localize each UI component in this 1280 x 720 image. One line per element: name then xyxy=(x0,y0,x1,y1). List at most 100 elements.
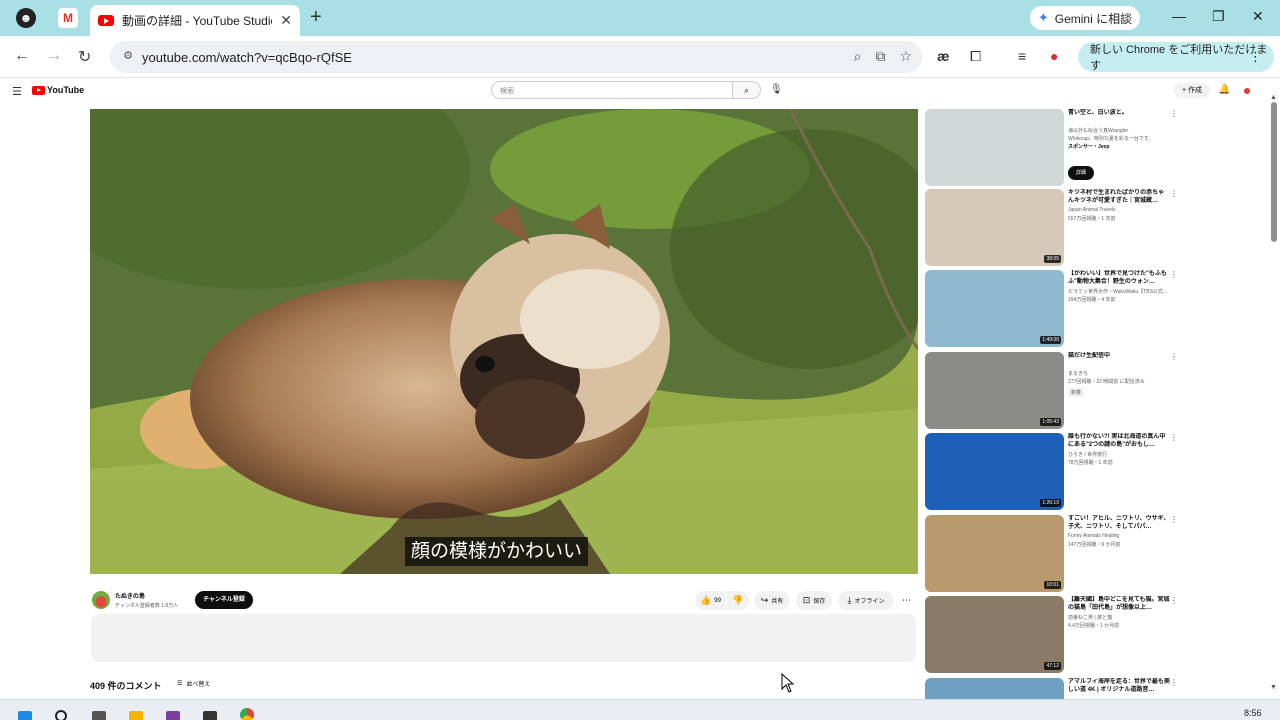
task-view-icon[interactable] xyxy=(92,711,106,720)
channel-name[interactable]: たぬきの島 xyxy=(115,591,145,600)
more-actions-icon[interactable]: ⋯ xyxy=(902,595,911,606)
recommendation-title[interactable]: 青い空と、白い波と。 xyxy=(1068,109,1170,117)
recommendation-card[interactable]: 1:26:19 誰も行かない?! 実は北海道の真ん中にある"2つの謎の島"がおもし… xyxy=(925,433,1270,511)
chrome-menu-icon[interactable]: ⋮ xyxy=(1249,49,1262,65)
restore-icon[interactable]: ❐ xyxy=(1212,8,1225,25)
video-duration: 10:01 xyxy=(1044,581,1061,589)
zoom-icon[interactable]: ⌕ xyxy=(854,48,862,65)
more-options-icon[interactable]: ⋮ xyxy=(1170,109,1178,118)
recommendation-card[interactable]: 38:05 キツネ村で生まれたばかりの赤ちゃんキツネが可愛すぎた｜宮城蔵… Japa… xyxy=(925,189,1270,267)
recommendation-title[interactable]: キツネ村で生まれたばかりの赤ちゃんキツネが可愛すぎた｜宮城蔵… xyxy=(1068,189,1170,205)
recommendation-channel[interactable]: まるきち xyxy=(1068,370,1170,377)
recommendation-thumbnail[interactable]: 1:49:00 xyxy=(925,270,1064,347)
dislike-button[interactable]: 👎 xyxy=(727,591,749,610)
terminal-icon[interactable] xyxy=(203,711,217,720)
recommendation-channel[interactable]: 前番ねこ男 | 旅と猫 xyxy=(1068,614,1170,621)
share-button[interactable]: ↪ 共有 xyxy=(754,591,790,610)
extensions-puzzle-icon[interactable]: ⧠ xyxy=(970,48,981,65)
site-info-icon[interactable]: ⚙ xyxy=(120,49,136,65)
more-options-icon[interactable]: ⋮ xyxy=(1170,352,1178,361)
recommendation-card[interactable]: 47:12 【離天國】島中どこを見ても猫。宮城の猫島「田代島」が想像以上… 前番ねこ… xyxy=(925,596,1270,674)
forward-icon[interactable]: → xyxy=(46,47,62,65)
recommendation-card[interactable]: 1:49:00 【かわいい】世界で見つけた"もふもふ"動物大集合！野生のウォン… ピ… xyxy=(925,270,1270,348)
gemini-button[interactable]: ✦ Gemini に相談 xyxy=(1030,6,1140,30)
video-duration: 47:12 xyxy=(1044,662,1061,670)
scroll-up-icon[interactable]: ▲ xyxy=(1270,94,1277,101)
tomato-extension-icon[interactable]: ● xyxy=(1050,48,1058,64)
profile-icon[interactable]: ☻ xyxy=(16,8,36,28)
recommendation-thumbnail[interactable]: 10:01 xyxy=(925,515,1064,592)
install-icon[interactable]: ⧉ xyxy=(875,48,885,65)
window-close-icon[interactable]: ✕ xyxy=(1252,8,1264,25)
gmail-icon[interactable]: M xyxy=(58,8,78,28)
search-input[interactable]: 検索 xyxy=(491,81,733,99)
scroll-down-icon[interactable]: ▼ xyxy=(1270,684,1277,691)
recommendation-thumbnail[interactable]: 1:05:43 xyxy=(925,352,1064,429)
file-explorer-icon[interactable] xyxy=(129,711,143,720)
subscribe-button[interactable]: チャンネル登録 xyxy=(195,591,253,609)
search-icon[interactable]: ⌕ xyxy=(733,81,761,99)
recommendation-channel[interactable]: 海以外も似合う真Wrangler xyxy=(1068,127,1170,134)
recommendation-channel[interactable]: ひろき / 世界旅行 xyxy=(1068,451,1170,458)
address-bar[interactable]: ⚙ youtube.com/watch?v=qcBqo-rQfSE ⌕ ⧉ ☆ xyxy=(110,41,922,73)
bookmark-star-icon[interactable]: ☆ xyxy=(899,48,912,65)
onenote-icon[interactable] xyxy=(166,711,180,720)
active-tab[interactable]: 動画の詳細 - YouTube Studio ✕ xyxy=(90,5,300,36)
recommendation-card[interactable]: 10:01 すごい！アヒル、ニワトリ、ウサギ、子犬、ニワトリ、そしてパパ… Funn… xyxy=(925,515,1270,593)
recommendation-card[interactable]: 1:05:43 猫だけ生配信中 まるきち 277回視聴・22 時間前 に配信済み 新着 ⋮ xyxy=(925,352,1270,430)
recommendation-title[interactable]: 誰も行かない?! 実は北海道の真ん中にある"2つの謎の島"がおもし… xyxy=(1068,433,1170,449)
ad-details-button[interactable]: 詳細 xyxy=(1068,166,1094,180)
recommendation-title[interactable]: 【かわいい】世界で見つけた"もふもふ"動物大集合！野生のウォン… xyxy=(1068,270,1170,286)
back-icon[interactable]: ← xyxy=(14,47,30,65)
taskbar-search-icon[interactable] xyxy=(55,710,67,720)
media-control-icon[interactable]: ≡ xyxy=(1018,48,1026,64)
tab-close-icon[interactable]: ✕ xyxy=(280,12,292,29)
recommendation-thumbnail[interactable] xyxy=(925,109,1064,186)
more-options-icon[interactable]: ⋮ xyxy=(1170,596,1178,605)
start-icon[interactable] xyxy=(18,711,32,720)
channel-avatar[interactable] xyxy=(92,591,110,609)
recommendation-thumbnail[interactable]: 1:26:19 xyxy=(925,433,1064,510)
sort-comments-button[interactable]: ☰ 並べ替え xyxy=(177,679,210,688)
share-icon: ↪ xyxy=(760,595,769,605)
url-text: youtube.com/watch?v=qcBqo-rQfSE xyxy=(142,49,352,65)
more-options-icon[interactable]: ⋮ xyxy=(1170,515,1178,524)
more-options-icon[interactable]: ⋮ xyxy=(1170,189,1178,198)
new-tab-icon[interactable]: + xyxy=(310,7,322,27)
recommendation-title[interactable]: アマルフィ海岸を走る：世界で最も美しい道 4K | オリジナル道路音… xyxy=(1068,678,1170,694)
screen: ☻ M 動画の詳細 - YouTube Studio ✕ + ✦ Gemini … xyxy=(0,0,1280,720)
create-button[interactable]: + 作成 xyxy=(1174,83,1210,98)
recommendation-thumbnail[interactable]: 47:12 xyxy=(925,596,1064,673)
more-options-icon[interactable]: ⋮ xyxy=(1170,270,1178,279)
minimize-icon[interactable]: — xyxy=(1172,8,1186,24)
recommendation-channel[interactable]: Funny Animals Healing xyxy=(1068,533,1170,539)
notifications-bell-icon[interactable]: 🔔 xyxy=(1218,84,1230,95)
like-button[interactable]: 👍 99 xyxy=(695,591,726,610)
more-options-icon[interactable]: ⋮ xyxy=(1170,433,1178,442)
more-options-icon[interactable]: ⋮ xyxy=(1170,678,1178,687)
description-box[interactable] xyxy=(91,614,916,662)
extension-ae-icon[interactable]: æ xyxy=(937,48,949,64)
recommendation-thumbnail[interactable]: 38:05 xyxy=(925,189,1064,266)
recommendation-card[interactable]: 青い空と、白い波と。 海以外も似合う真Wrangler Whitecap。特別な夏を… xyxy=(925,109,1270,187)
recommendation-meta: 194万回視聴・4 年前 xyxy=(1068,297,1116,303)
recommendation-meta: 147万回視聴・9 か月前 xyxy=(1068,542,1121,548)
youtube-logo[interactable]: YouTube xyxy=(32,85,84,95)
menu-hamburger-icon[interactable]: ☰ xyxy=(12,85,22,98)
account-avatar[interactable] xyxy=(1244,88,1250,94)
recommendation-title[interactable]: 猫だけ生配信中 xyxy=(1068,352,1170,360)
recommendation-channel[interactable]: Japan Animal Travels xyxy=(1068,207,1170,213)
microphone-icon[interactable]: 🎙 xyxy=(770,84,783,95)
chrome-update-button[interactable]: 新しい Chrome をご利用いただけます ⋮ xyxy=(1078,42,1274,72)
recommendation-channel[interactable]: ピラミッ世界大作・WakuWaku【TBS公式… xyxy=(1068,288,1170,295)
video-player[interactable] xyxy=(90,109,918,574)
recommendation-title[interactable]: 【離天國】島中どこを見ても猫。宮城の猫島「田代島」が想像以上… xyxy=(1068,596,1170,612)
recommendation-title[interactable]: すごい！アヒル、ニワトリ、ウサギ、子犬、ニワトリ、そしてパパ… xyxy=(1068,515,1170,531)
scrollbar-thumb[interactable] xyxy=(1271,102,1277,242)
search-bar: 検索 ⌕ xyxy=(491,81,761,99)
chrome-taskbar-icon[interactable] xyxy=(240,708,254,720)
page-scrollbar[interactable]: ▲ ▼ xyxy=(1270,94,1278,694)
reload-icon[interactable]: ↻ xyxy=(78,47,91,67)
offline-button[interactable]: ⤓ オフライン xyxy=(838,591,894,610)
save-button[interactable]: ⊡ 保存 xyxy=(796,591,832,610)
